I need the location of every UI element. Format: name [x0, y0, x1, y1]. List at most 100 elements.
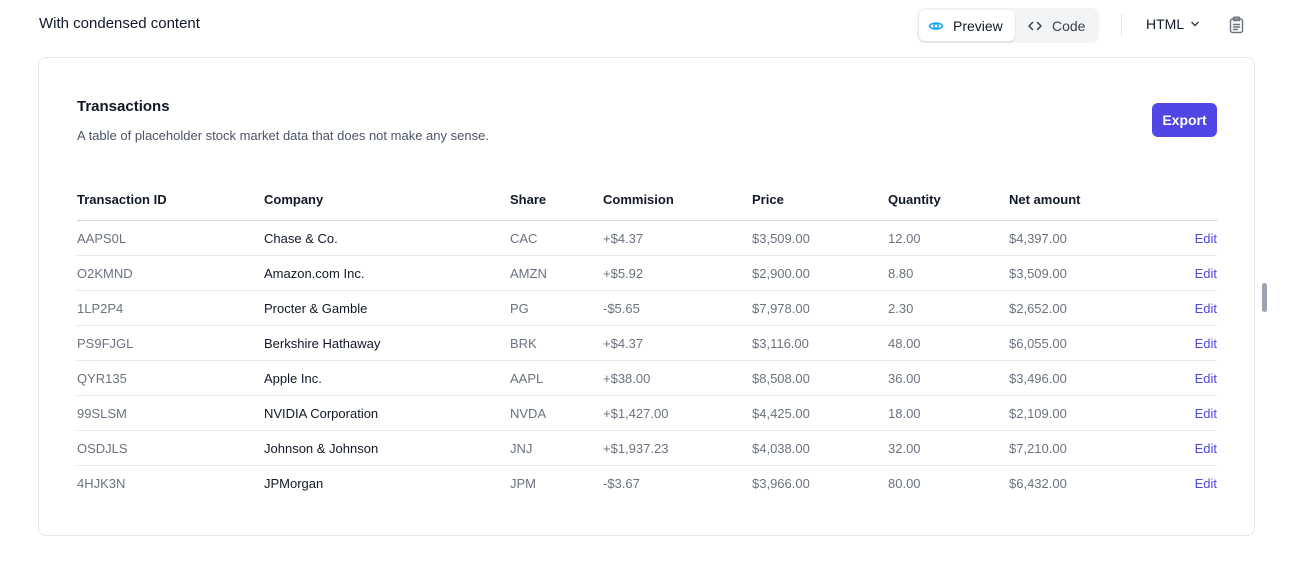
chevron-down-icon [1190, 19, 1200, 29]
cell-net-amount: $2,109.00 [1009, 395, 1159, 431]
cell-share: JNJ [510, 430, 603, 466]
code-brackets-icon [1027, 18, 1043, 34]
cell-company: Johnson & Johnson [264, 430, 510, 466]
view-toggle: Preview Code [917, 8, 1099, 43]
cell-company: Berkshire Hathaway [264, 325, 510, 361]
edit-link[interactable]: Edit [1195, 406, 1217, 421]
eye-icon [928, 18, 944, 34]
cell-price: $7,978.00 [752, 290, 888, 326]
edit-link[interactable]: Edit [1195, 231, 1217, 246]
cell-transaction-id: O2KMND [77, 255, 264, 291]
cell-price: $3,116.00 [752, 325, 888, 361]
cell-price: $4,425.00 [752, 395, 888, 431]
table-row: O2KMND Amazon.com Inc. AMZN +$5.92 $2,90… [77, 255, 1217, 291]
cell-transaction-id: QYR135 [77, 360, 264, 396]
transactions-table: Transaction ID Company Share Commision P… [77, 178, 1217, 500]
card-title: Transactions [77, 98, 170, 115]
table-header-row: Transaction ID Company Share Commision P… [77, 178, 1217, 221]
cell-commission: +$1,937.23 [603, 430, 752, 466]
cell-transaction-id: 99SLSM [77, 395, 264, 431]
cell-quantity: 32.00 [888, 430, 1009, 466]
column-header-commission: Commision [603, 178, 752, 221]
edit-link[interactable]: Edit [1195, 336, 1217, 351]
cell-net-amount: $6,432.00 [1009, 475, 1067, 491]
cell-actions: Edit [1159, 290, 1217, 326]
table-row: OSDJLS Johnson & Johnson JNJ +$1,937.23 … [77, 430, 1217, 466]
cell-quantity: 12.00 [888, 220, 1009, 256]
cell-company: Procter & Gamble [264, 290, 510, 326]
cell-price: $4,038.00 [752, 430, 888, 466]
cell-transaction-id: 4HJK3N [77, 475, 126, 491]
edit-link[interactable]: Edit [1195, 301, 1217, 316]
cell-share: CAC [510, 220, 603, 256]
column-header-price: Price [752, 178, 888, 221]
table-row: 99SLSM NVIDIA Corporation NVDA +$1,427.0… [77, 395, 1217, 431]
cell-actions: Edit [1159, 220, 1217, 256]
column-header-share: Share [510, 178, 603, 221]
card-description: A table of placeholder stock market data… [77, 128, 489, 143]
cell-quantity: 80.00 [888, 475, 921, 491]
cell-actions: Edit [1159, 255, 1217, 291]
page-title: With condensed content [39, 15, 200, 32]
edit-link[interactable]: Edit [1195, 441, 1217, 456]
code-tab-label: Code [1052, 17, 1086, 34]
cell-actions: Edit [1159, 360, 1217, 396]
preview-tab[interactable]: Preview [919, 10, 1015, 41]
language-select[interactable]: HTML [1146, 16, 1200, 32]
cell-commission: +$1,427.00 [603, 395, 752, 431]
cell-transaction-id: AAPS0L [77, 220, 264, 256]
cell-net-amount: $2,652.00 [1009, 290, 1159, 326]
preview-tab-label: Preview [953, 17, 1003, 34]
column-header-actions [1159, 178, 1217, 221]
language-select-value: HTML [1146, 16, 1185, 32]
cell-transaction-id: PS9FJGL [77, 325, 264, 361]
cell-net-amount: $7,210.00 [1009, 430, 1159, 466]
cell-share: NVDA [510, 395, 603, 431]
cell-share: AAPL [510, 360, 603, 396]
cell-share: JPM [510, 475, 536, 491]
cell-net-amount: $3,496.00 [1009, 360, 1159, 396]
column-header-quantity: Quantity [888, 178, 1009, 221]
cell-company: NVIDIA Corporation [264, 395, 510, 431]
cell-price: $3,509.00 [752, 220, 888, 256]
cell-price: $2,900.00 [752, 255, 888, 291]
edit-link[interactable]: Edit [1195, 371, 1217, 386]
divider [1121, 14, 1122, 36]
clipboard-icon[interactable] [1228, 16, 1245, 39]
column-header-company: Company [264, 178, 510, 221]
cell-commission: +$4.37 [603, 325, 752, 361]
cell-net-amount: $4,397.00 [1009, 220, 1159, 256]
cell-share: PG [510, 290, 603, 326]
cell-company: Apple Inc. [264, 360, 510, 396]
export-button[interactable]: Export [1152, 103, 1217, 137]
table-row: 1LP2P4 Procter & Gamble PG -$5.65 $7,978… [77, 290, 1217, 326]
column-header-net-amount: Net amount [1009, 178, 1159, 221]
table-row: PS9FJGL Berkshire Hathaway BRK +$4.37 $3… [77, 325, 1217, 361]
cell-actions: Edit [1159, 430, 1217, 466]
cell-actions: Edit [1159, 325, 1217, 361]
cell-quantity: 18.00 [888, 395, 1009, 431]
column-header-transaction-id: Transaction ID [77, 178, 264, 221]
cell-transaction-id: 1LP2P4 [77, 290, 264, 326]
edit-link[interactable]: Edit [1195, 476, 1217, 491]
scrollbar-thumb[interactable] [1262, 283, 1267, 312]
cell-quantity: 8.80 [888, 255, 1009, 291]
table-row: QYR135 Apple Inc. AAPL +$38.00 $8,508.00… [77, 360, 1217, 396]
cell-quantity: 36.00 [888, 360, 1009, 396]
cell-net-amount: $6,055.00 [1009, 325, 1159, 361]
cell-commission: -$3.67 [603, 475, 640, 491]
cell-share: BRK [510, 325, 603, 361]
code-tab[interactable]: Code [1021, 10, 1097, 41]
example-header: With condensed content Preview Code HTML [0, 0, 1290, 50]
table-row: 4HJK3N JPMorgan JPM -$3.67 $3,966.00 80.… [77, 466, 1217, 501]
cell-share: AMZN [510, 255, 603, 291]
cell-company: Amazon.com Inc. [264, 255, 510, 291]
table-row: AAPS0L Chase & Co. CAC +$4.37 $3,509.00 … [77, 220, 1217, 256]
cell-actions: Edit [1159, 395, 1217, 431]
cell-commission: +$38.00 [603, 360, 752, 396]
cell-transaction-id: OSDJLS [77, 430, 264, 466]
cell-net-amount: $3,509.00 [1009, 255, 1159, 291]
cell-quantity: 2.30 [888, 290, 1009, 326]
edit-link[interactable]: Edit [1195, 266, 1217, 281]
cell-company: JPMorgan [264, 475, 324, 491]
